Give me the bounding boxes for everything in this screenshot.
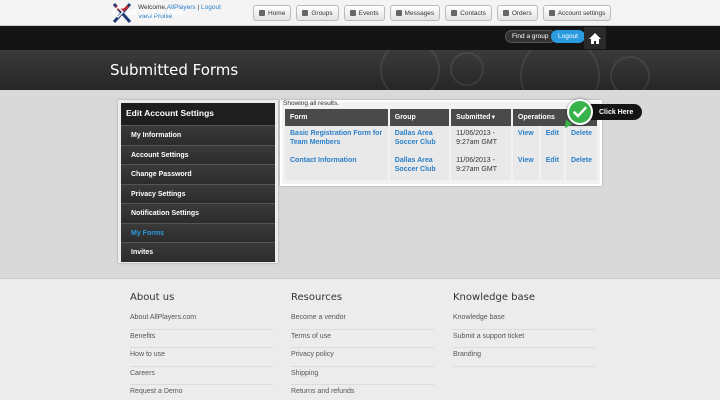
cart-icon — [502, 10, 509, 16]
form-name-link[interactable]: Basic Registration Form for Team Members — [285, 126, 388, 153]
page-title: Submitted Forms — [110, 61, 239, 79]
nav-account-settings-button[interactable]: Account settings — [542, 5, 612, 21]
footer-link[interactable]: Benefits — [130, 330, 273, 348]
sidebar-item-notification-settings[interactable]: Notification Settings — [121, 203, 275, 223]
sidebar-item-my-information[interactable]: My Information — [121, 125, 275, 145]
main-header — [0, 26, 720, 50]
network-decoration — [520, 50, 600, 90]
home-icon — [259, 10, 265, 16]
home-icon — [589, 32, 601, 44]
edit-link[interactable]: Edit — [540, 153, 564, 180]
nav-home-button[interactable]: Home — [253, 5, 292, 21]
footer-link[interactable]: Knowledge base — [453, 311, 596, 330]
shield-icon — [548, 10, 555, 16]
callout-label: Click Here — [587, 104, 643, 120]
nav-orders-button[interactable]: Orders — [496, 5, 538, 21]
footer-link[interactable]: Returns and refunds — [291, 385, 434, 400]
view-link[interactable]: View — [512, 153, 539, 180]
home-button[interactable] — [584, 27, 606, 49]
sort-desc-icon: ▼ — [490, 115, 497, 121]
find-group-button[interactable]: Find a group — [505, 30, 556, 43]
nav-orders-label: Orders — [511, 9, 532, 17]
footer-link[interactable]: Become a vendor — [291, 311, 434, 330]
footer-link[interactable]: About AllPlayers.com — [130, 311, 273, 330]
submitted-date: 11/06/2013 - 9:27am GMT — [451, 126, 511, 153]
column-header-submitted[interactable]: Submitted▼ — [451, 109, 511, 126]
nav-groups-label: Groups — [311, 9, 333, 17]
table-row: Basic Registration Form for Team Members… — [285, 126, 597, 153]
groups-icon — [302, 10, 309, 16]
network-decoration — [610, 56, 650, 90]
group-name-link[interactable]: Dallas Area Soccer Club — [389, 153, 450, 180]
form-name-link[interactable]: Contact Information — [285, 153, 388, 180]
footer-heading: About us — [130, 292, 175, 303]
network-decoration — [450, 52, 484, 86]
nav-events-label: Events — [358, 9, 379, 17]
footer-link[interactable]: Shipping — [291, 367, 434, 385]
footer-link[interactable]: How to use — [130, 348, 273, 367]
nav-groups-button[interactable]: Groups — [296, 5, 339, 21]
footer-link[interactable]: Terms of use — [291, 330, 434, 348]
footer-resources: Resources Become a vendor Terms of use P… — [291, 292, 434, 400]
sidebar-item-privacy-settings[interactable]: Privacy Settings — [121, 183, 275, 203]
footer-heading: Resources — [291, 292, 343, 303]
brand-name: allplayers.com — [127, 7, 184, 17]
delete-link[interactable]: Delete — [565, 126, 597, 153]
nav-messages-button[interactable]: Messages — [389, 5, 441, 21]
group-name-link[interactable]: Dallas Area Soccer Club — [389, 126, 450, 153]
nav-messages-label: Messages — [404, 9, 435, 17]
sidebar-item-invites[interactable]: Invites — [121, 242, 275, 262]
nav-contacts-label: Contacts — [460, 9, 486, 17]
sidebar-item-change-password[interactable]: Change Password — [121, 164, 275, 184]
nav-contacts-button[interactable]: Contacts — [445, 5, 492, 21]
footer-link[interactable]: Request a Demo — [130, 385, 273, 400]
brand-mark-icon — [112, 6, 124, 18]
account-settings-sidebar: Edit Account Settings My Information Acc… — [118, 100, 278, 263]
footer-knowledge-base: Knowledge base Knowledge base Submit a s… — [453, 292, 596, 367]
results-status: Showing all results. — [283, 100, 339, 107]
sidebar-item-account-settings[interactable]: Account Settings — [121, 144, 275, 164]
contacts-icon — [451, 10, 458, 16]
footer-link[interactable]: Privacy policy — [291, 348, 434, 367]
checkmark-icon — [567, 99, 593, 125]
footer-heading: Knowledge base — [453, 292, 535, 303]
footer-about-us: About us About AllPlayers.com Benefits H… — [130, 292, 273, 400]
view-link[interactable]: View — [512, 126, 539, 153]
footer-link[interactable]: Submit a support ticket — [453, 330, 596, 348]
column-header-form[interactable]: Form — [285, 109, 388, 126]
logout-link[interactable]: Logout — [201, 4, 221, 11]
nav-home-label: Home — [268, 9, 286, 17]
brand-logo[interactable]: allplayers.com — [112, 5, 183, 19]
footer-link[interactable]: Careers — [130, 367, 273, 385]
click-here-callout: Click Here — [567, 99, 643, 125]
column-header-group[interactable]: Group — [389, 109, 450, 126]
submitted-date: 11/06/2013 - 9:27am GMT — [451, 153, 511, 180]
sidebar-title: Edit Account Settings — [121, 103, 275, 125]
edit-link[interactable]: Edit — [540, 126, 564, 153]
submitted-forms-table: Form Group Submitted▼ Operations Basic R… — [283, 109, 599, 180]
footer-link[interactable]: Branding — [453, 348, 596, 367]
delete-link[interactable]: Delete — [565, 153, 597, 180]
column-header-submitted-label: Submitted — [456, 114, 491, 121]
mail-icon — [395, 10, 402, 16]
nav-account-settings-label: Account settings — [557, 9, 606, 17]
sidebar-item-my-forms[interactable]: My Forms — [121, 222, 275, 242]
top-nav: Home Groups Events Messages Contacts Ord… — [253, 5, 612, 21]
calendar-icon — [349, 10, 356, 16]
nav-events-button[interactable]: Events — [343, 5, 385, 21]
top-bar: Welcome,AllPlayers | Logout View Profile… — [0, 0, 720, 26]
title-band — [0, 50, 720, 90]
logout-button[interactable]: Logout — [551, 30, 585, 43]
network-decoration — [380, 50, 440, 90]
table-row: Contact Information Dallas Area Soccer C… — [285, 153, 597, 180]
